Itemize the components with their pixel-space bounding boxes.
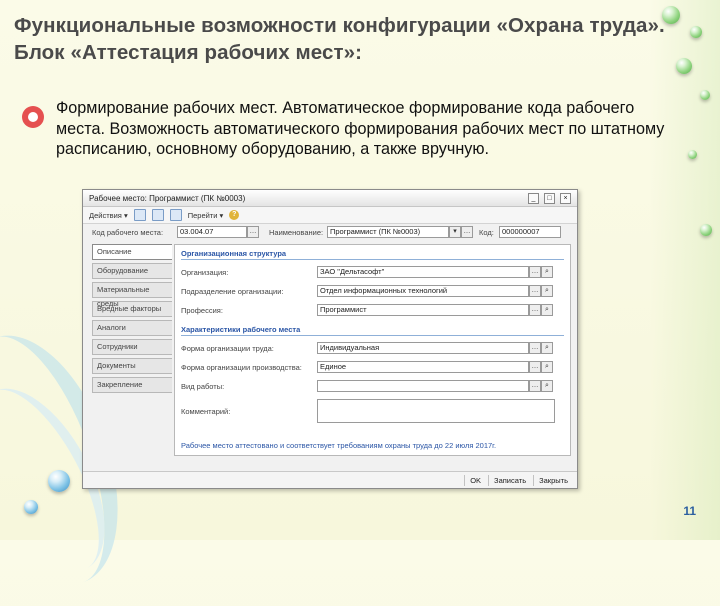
work-input[interactable] (317, 380, 529, 392)
tab-assignment[interactable]: Закрепление (92, 377, 172, 393)
dropdown-icon[interactable]: ▾ (449, 226, 461, 238)
ok-button[interactable]: OK (464, 474, 486, 486)
comment-input[interactable] (317, 399, 555, 423)
decor-band (650, 0, 720, 540)
section-workplace-chars: Характеристики рабочего места (181, 325, 301, 334)
ellipsis-icon[interactable]: … (529, 266, 541, 278)
divider (181, 259, 564, 260)
ellipsis-icon[interactable]: … (529, 304, 541, 316)
ellipsis-icon[interactable]: … (461, 226, 473, 238)
close-icon[interactable]: × (560, 192, 571, 204)
prod-input[interactable]: Единое (317, 361, 529, 373)
tab-analogs[interactable]: Аналоги (92, 320, 172, 336)
section-org-structure: Организационная структура (181, 249, 287, 258)
org-input[interactable]: ЗАО "Дельтасофт" (317, 266, 529, 278)
prof-label: Профессия: (181, 305, 223, 315)
decor-drop (700, 90, 710, 100)
copy-icon[interactable] (169, 209, 182, 221)
tab-hazards[interactable]: Вредные факторы (92, 301, 172, 317)
tab-materials[interactable]: Материальные среды (92, 282, 172, 308)
ellipsis-icon[interactable]: … (529, 342, 541, 354)
tab-employees[interactable]: Сотрудники (92, 339, 172, 355)
search-icon[interactable]: ⌕ (541, 380, 553, 392)
description-panel: Организационная структура Организация: З… (174, 244, 571, 456)
window-titlebar: Рабочее место: Программист (ПК №0003) _ … (83, 190, 577, 207)
attestation-note: Рабочее место аттестовано и соответствуе… (181, 441, 497, 450)
maximize-icon[interactable]: □ (544, 192, 555, 204)
minimize-icon[interactable]: _ (528, 192, 539, 204)
close-button[interactable]: Закрыть (533, 474, 573, 486)
goto-menu[interactable]: Перейти ▾ (188, 211, 224, 220)
dept-input[interactable]: Отдел информационных технологий (317, 285, 529, 297)
bullet-icon (22, 106, 44, 128)
button-bar: OK Записать Закрыть (83, 471, 577, 488)
work-label: Вид работы: (181, 381, 225, 391)
prof-input[interactable]: Программист (317, 304, 529, 316)
window-title: Рабочее место: Программист (ПК №0003) (89, 193, 246, 203)
print-icon[interactable] (151, 209, 164, 221)
bullet-text: Формирование рабочих мест. Автоматическо… (56, 99, 665, 158)
form-input[interactable]: Индивидуальная (317, 342, 529, 354)
form-label: Форма организации труда: (181, 343, 274, 353)
comment-label: Комментарий: (181, 406, 231, 416)
search-icon[interactable]: ⌕ (541, 285, 553, 297)
search-icon[interactable]: ⌕ (541, 342, 553, 354)
divider (181, 335, 564, 336)
prod-label: Форма организации производства: (181, 362, 302, 372)
actions-menu[interactable]: Действия ▾ (89, 211, 128, 220)
app-window: Рабочее место: Программист (ПК №0003) _ … (82, 189, 578, 489)
decor-drop (48, 470, 70, 492)
org-label: Организация: (181, 267, 229, 277)
num-input[interactable]: 000000007 (499, 226, 561, 238)
decor-drop (688, 150, 697, 159)
name-label: Наименование: (269, 227, 324, 237)
save-button[interactable]: Записать (488, 474, 531, 486)
toolbar: Действия ▾ Перейти ▾ ? (83, 207, 577, 224)
code-label: Код рабочего места: (92, 227, 164, 237)
tab-description[interactable]: Описание (92, 244, 172, 260)
ellipsis-icon[interactable]: … (529, 285, 541, 297)
tab-equipment[interactable]: Оборудование (92, 263, 172, 279)
code-input[interactable]: 03.004.07 (177, 226, 247, 238)
slide-title: Функциональные возможности конфигурации … (14, 14, 665, 64)
search-icon[interactable]: ⌕ (541, 266, 553, 278)
save-icon[interactable] (133, 209, 146, 221)
decor-drop (700, 224, 712, 236)
ellipsis-icon[interactable]: … (529, 380, 541, 392)
page-number: 11 (683, 504, 696, 518)
num-label: Код: (479, 227, 494, 237)
tab-list: Описание Оборудование Материальные среды… (92, 244, 172, 396)
tab-documents[interactable]: Документы (92, 358, 172, 374)
decor-drop (24, 500, 38, 514)
dept-label: Подразделение организации: (181, 286, 284, 296)
search-icon[interactable]: ⌕ (541, 304, 553, 316)
help-icon[interactable]: ? (229, 210, 240, 220)
ellipsis-icon[interactable]: … (247, 226, 259, 238)
ellipsis-icon[interactable]: … (529, 361, 541, 373)
search-icon[interactable]: ⌕ (541, 361, 553, 373)
name-input[interactable]: Программист (ПК №0003) (327, 226, 449, 238)
